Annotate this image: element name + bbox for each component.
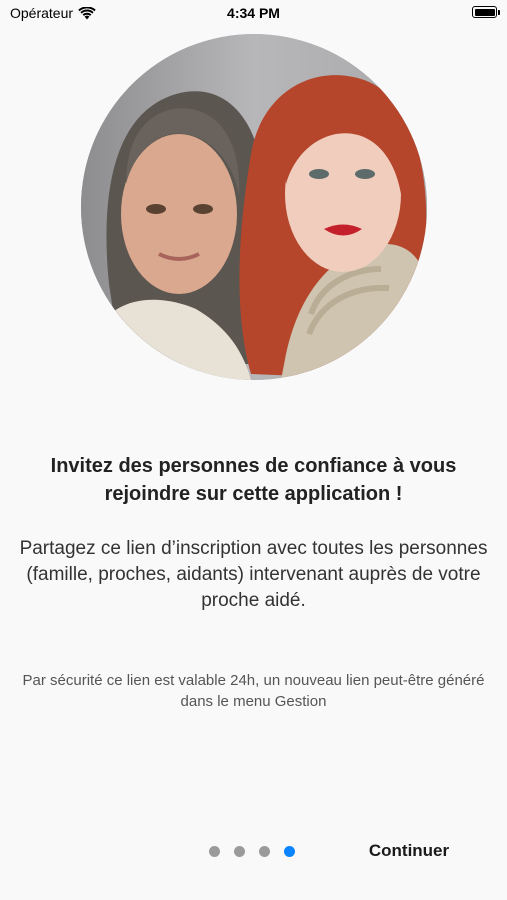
page-dot-1[interactable]: [209, 846, 220, 857]
page-dot-3[interactable]: [259, 846, 270, 857]
page-title: Invitez des personnes de confiance à vou…: [50, 455, 457, 505]
page-indicator: [209, 846, 295, 857]
hero-photo: [81, 34, 427, 380]
security-notice: Par sécurité ce lien est valable 24h, un…: [22, 672, 485, 710]
portrait-illustration: [81, 34, 427, 380]
description-text: Partagez ce lien d’inscription avec tout…: [19, 538, 488, 611]
page-dot-2[interactable]: [234, 846, 245, 857]
continue-button[interactable]: Continuer: [356, 839, 462, 863]
page-dot-4-active[interactable]: [284, 846, 295, 857]
status-bar: Opérateur 4:34 PM: [0, 0, 507, 28]
battery-icon: [472, 6, 500, 18]
status-time: 4:34 PM: [227, 5, 280, 21]
